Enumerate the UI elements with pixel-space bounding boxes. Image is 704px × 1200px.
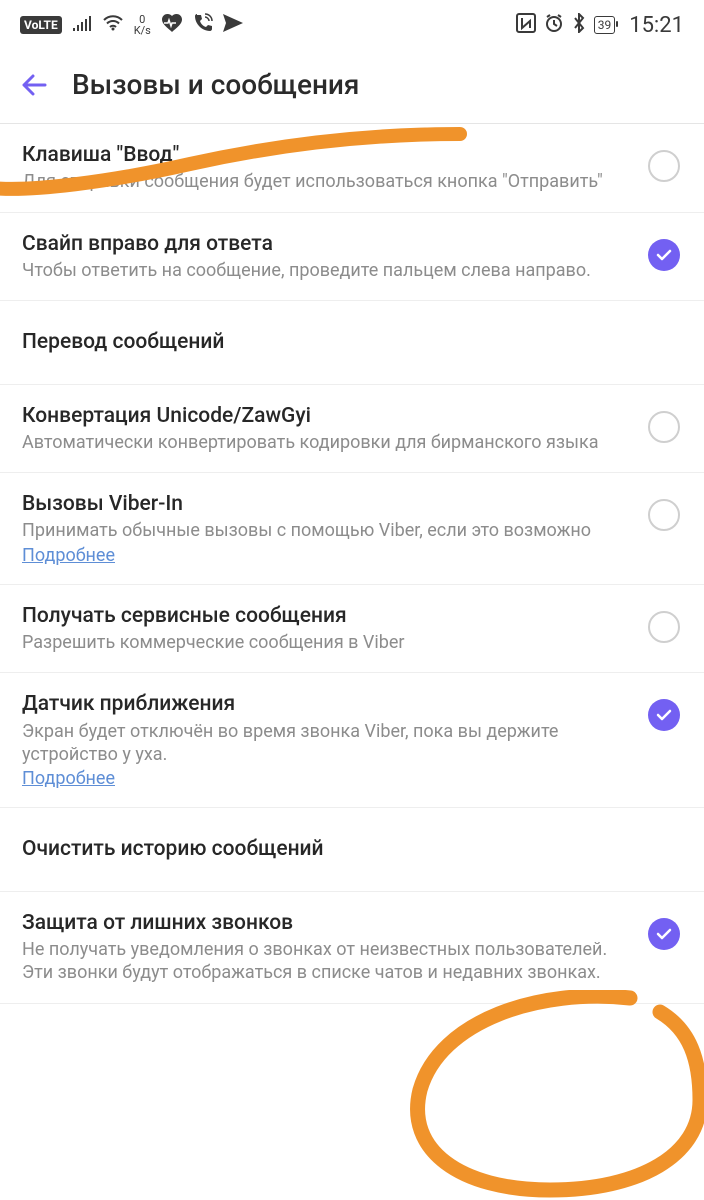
- item-title: Конвертация Unicode/ZawGyi: [22, 403, 632, 429]
- back-button[interactable]: [20, 71, 48, 99]
- toggle-checkbox[interactable]: [646, 148, 682, 184]
- item-title: Вызовы Viber-In: [22, 491, 632, 517]
- section-header[interactable]: Перевод сообщений: [0, 301, 704, 384]
- toggle-checkbox[interactable]: [646, 916, 682, 952]
- page-title: Вызовы и сообщения: [72, 68, 359, 101]
- item-title: Получать сервисные сообщения: [22, 603, 632, 629]
- item-title: Клавиша "Ввод": [22, 142, 632, 168]
- item-body: Конвертация Unicode/ZawGyiАвтоматически …: [22, 403, 646, 455]
- signal-icon: [72, 15, 92, 36]
- phone-icon: [193, 13, 213, 38]
- item-subtitle: Для отправки сообщения будет использоват…: [22, 170, 632, 193]
- settings-item[interactable]: Получать сервисные сообщенияРазрешить ко…: [0, 585, 704, 674]
- toggle-checkbox[interactable]: [646, 237, 682, 273]
- unchecked-circle-icon: [648, 499, 680, 531]
- check-icon: [648, 918, 680, 950]
- item-title: Перевод сообщений: [22, 319, 668, 365]
- item-body: Получать сервисные сообщенияРазрешить ко…: [22, 603, 646, 655]
- item-subtitle: Не получать уведомления о звонках от неи…: [22, 938, 632, 985]
- alarm-icon: [544, 13, 564, 38]
- item-body: Датчик приближения Экран будет отключён в…: [22, 691, 646, 789]
- item-title: Очистить историю сообщений: [22, 826, 668, 872]
- item-body: Очистить историю сообщений: [22, 826, 682, 872]
- check-icon: [648, 239, 680, 271]
- item-body: Вызовы Viber-InПринимать обычные вызовы …: [22, 491, 646, 566]
- section-header[interactable]: Очистить историю сообщений: [0, 808, 704, 891]
- check-icon: [648, 699, 680, 731]
- send-icon: [223, 14, 243, 37]
- clock: 15:21: [629, 13, 684, 38]
- settings-item[interactable]: Клавиша "Ввод"Для отправки сообщения буд…: [0, 124, 704, 213]
- bluetooth-icon: [572, 13, 586, 38]
- data-speed: 0 K/s: [134, 14, 151, 36]
- heartbeat-icon: [161, 14, 183, 37]
- item-body: Защита от лишних звонковНе получать увед…: [22, 910, 646, 985]
- item-title: Датчик приближения: [22, 691, 632, 717]
- toggle-checkbox[interactable]: [646, 609, 682, 645]
- settings-item[interactable]: Вызовы Viber-InПринимать обычные вызовы …: [0, 473, 704, 585]
- nfc-icon: [516, 13, 536, 38]
- unchecked-circle-icon: [648, 150, 680, 182]
- status-bar: VoLTE 0 K/s 39 1: [0, 0, 704, 50]
- item-title: Защита от лишних звонков: [22, 910, 632, 936]
- toggle-checkbox[interactable]: [646, 497, 682, 533]
- learn-more-link[interactable]: Подробнее: [22, 545, 115, 566]
- toggle-checkbox[interactable]: [646, 697, 682, 733]
- item-subtitle: Автоматически конвертировать кодировки д…: [22, 431, 632, 454]
- volte-badge: VoLTE: [20, 16, 62, 34]
- settings-item[interactable]: Датчик приближения Экран будет отключён в…: [0, 673, 704, 808]
- item-body: Клавиша "Ввод"Для отправки сообщения буд…: [22, 142, 646, 194]
- app-header: Вызовы и сообщения: [0, 50, 704, 124]
- settings-item[interactable]: Конвертация Unicode/ZawGyiАвтоматически …: [0, 385, 704, 474]
- item-body: Свайп вправо для ответаЧтобы ответить на…: [22, 231, 646, 283]
- item-subtitle: Экран будет отключён во время звонка Vib…: [22, 720, 632, 767]
- settings-item[interactable]: Защита от лишних звонковНе получать увед…: [0, 892, 704, 1004]
- unchecked-circle-icon: [648, 611, 680, 643]
- settings-list: Клавиша "Ввод"Для отправки сообщения буд…: [0, 124, 704, 1004]
- toggle-checkbox[interactable]: [646, 409, 682, 445]
- unchecked-circle-icon: [648, 411, 680, 443]
- item-body: Перевод сообщений: [22, 319, 682, 365]
- item-subtitle: Разрешить коммерческие сообщения в Viber: [22, 631, 632, 654]
- item-subtitle: Чтобы ответить на сообщение, проведите п…: [22, 259, 632, 282]
- item-title: Свайп вправо для ответа: [22, 231, 632, 257]
- annotation-stroke-2: [400, 990, 704, 1200]
- battery-indicator: 39: [594, 16, 616, 34]
- settings-item[interactable]: Свайп вправо для ответаЧтобы ответить на…: [0, 213, 704, 302]
- learn-more-link[interactable]: Подробнее: [22, 768, 115, 789]
- item-subtitle: Принимать обычные вызовы с помощью Viber…: [22, 519, 632, 542]
- wifi-icon: [102, 15, 124, 36]
